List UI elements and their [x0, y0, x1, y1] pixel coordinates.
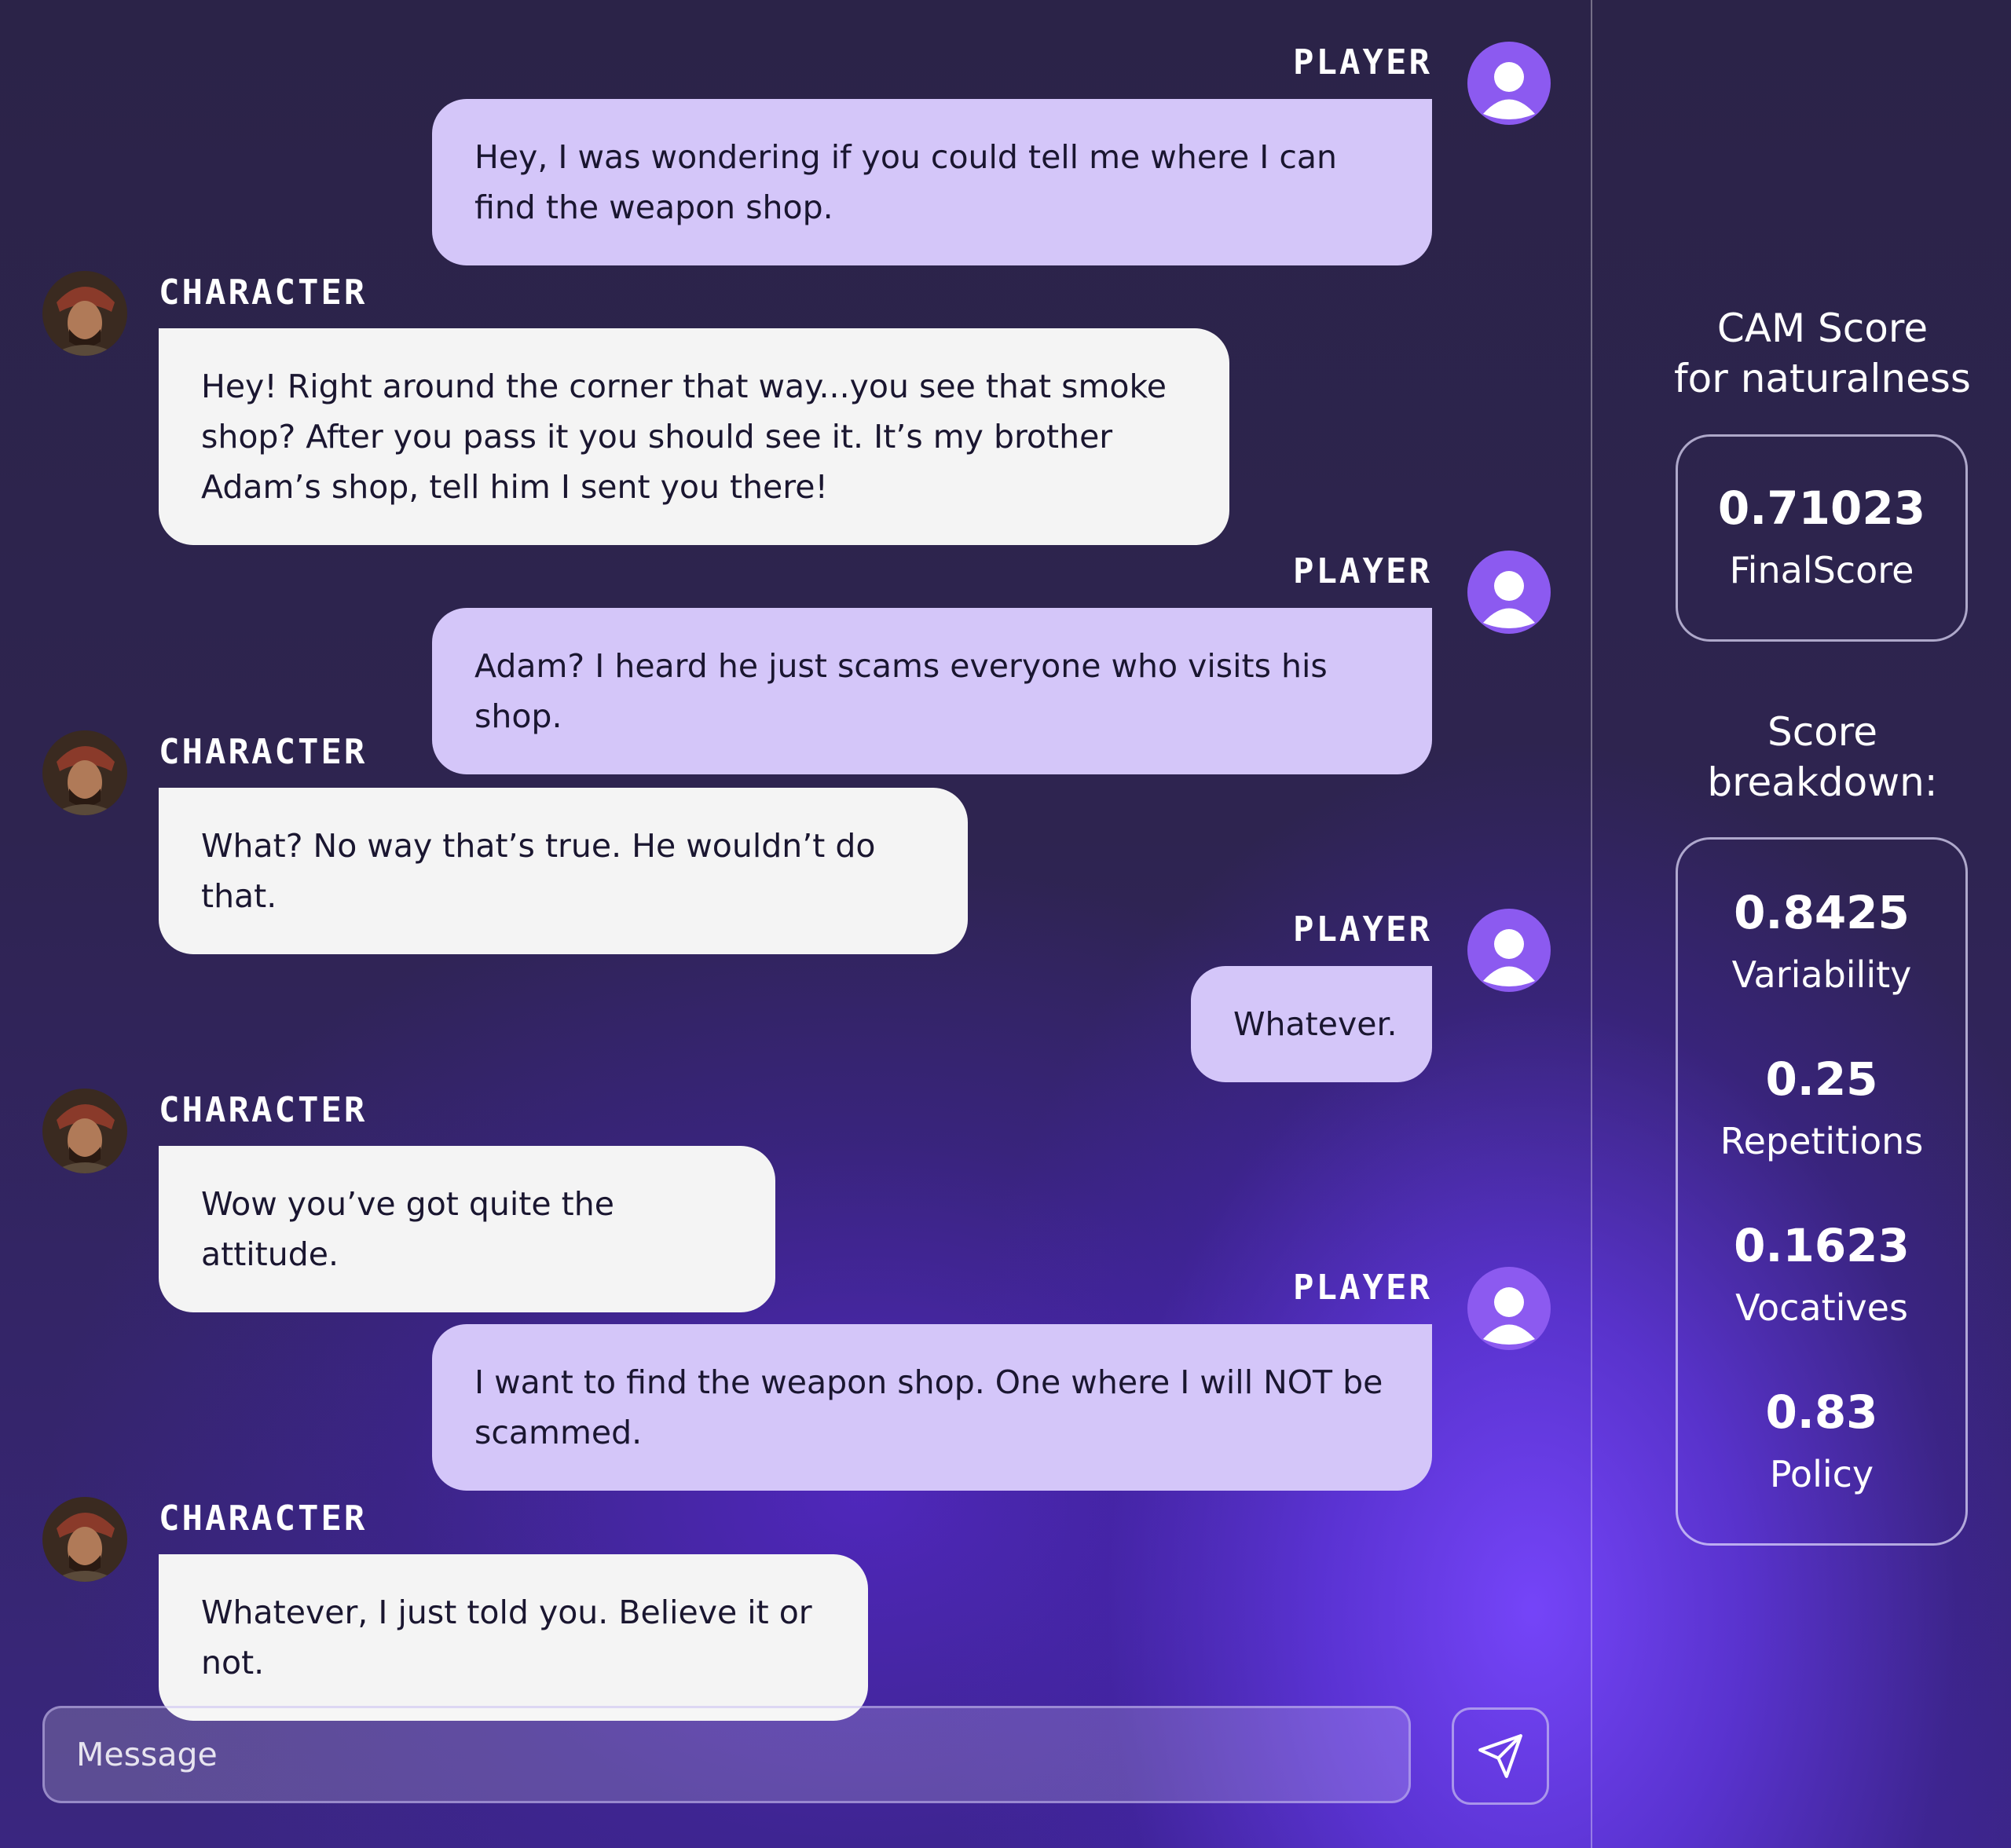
player-avatar-icon — [1467, 42, 1551, 125]
score-breakdown-card: 0.8425 Variability 0.25 Repetitions 0.16… — [1676, 837, 1968, 1546]
panel-divider — [1591, 0, 1592, 1848]
breakdown-label: Variability — [1731, 953, 1912, 996]
breakdown-heading: Score breakdown: — [1707, 709, 1938, 805]
breakdown-value: 0.8425 — [1734, 886, 1910, 939]
breakdown-label: Vocatives — [1735, 1286, 1908, 1329]
character-message: Wow you’ve got quite the attitude. — [159, 1146, 775, 1312]
player-label: PLAYER — [1293, 1268, 1432, 1308]
message-input[interactable] — [45, 1708, 1408, 1801]
paper-plane-icon — [1478, 1734, 1522, 1778]
character-label: CHARACTER — [159, 1090, 368, 1130]
character-label: CHARACTER — [159, 1499, 368, 1539]
player-label: PLAYER — [1293, 551, 1432, 591]
character-label: CHARACTER — [159, 273, 368, 313]
send-button[interactable] — [1452, 1707, 1549, 1805]
final-score-label: FinalScore — [1729, 549, 1914, 591]
character-message: Whatever, I just told you. Believe it or… — [159, 1554, 868, 1721]
player-avatar-icon — [1467, 1267, 1551, 1350]
player-label: PLAYER — [1293, 42, 1432, 82]
breakdown-value: 0.25 — [1765, 1052, 1878, 1106]
final-score-card: 0.71023 FinalScore — [1676, 434, 1968, 642]
final-score-heading: CAM Score for naturalness — [1674, 306, 1971, 401]
character-avatar — [42, 730, 127, 815]
player-label: PLAYER — [1293, 909, 1432, 950]
character-message: Hey! Right around the corner that way...… — [159, 328, 1229, 545]
player-message: Whatever. — [1191, 966, 1432, 1082]
character-message: What? No way that’s true. He wouldn’t do… — [159, 788, 968, 954]
breakdown-value: 0.83 — [1765, 1385, 1878, 1439]
player-avatar-icon — [1467, 909, 1551, 992]
final-score-value: 0.71023 — [1717, 481, 1926, 535]
character-label: CHARACTER — [159, 732, 368, 772]
breakdown-item: 0.25 Repetitions — [1678, 1052, 1965, 1218]
player-message: Adam? I heard he just scams everyone who… — [432, 608, 1432, 774]
breakdown-label: Repetitions — [1720, 1120, 1924, 1162]
breakdown-item: 0.1623 Vocatives — [1678, 1218, 1965, 1385]
message-composer[interactable] — [42, 1706, 1411, 1803]
character-avatar — [42, 1089, 127, 1173]
breakdown-item: 0.8425 Variability — [1678, 885, 1965, 1052]
player-message: Hey, I was wondering if you could tell m… — [432, 99, 1432, 265]
breakdown-label: Policy — [1769, 1453, 1874, 1495]
character-avatar — [42, 271, 127, 356]
character-avatar — [42, 1497, 127, 1582]
player-avatar-icon — [1467, 551, 1551, 634]
breakdown-value: 0.1623 — [1734, 1219, 1910, 1272]
breakdown-item: 0.83 Policy — [1678, 1385, 1965, 1551]
player-message: I want to find the weapon shop. One wher… — [432, 1324, 1432, 1491]
